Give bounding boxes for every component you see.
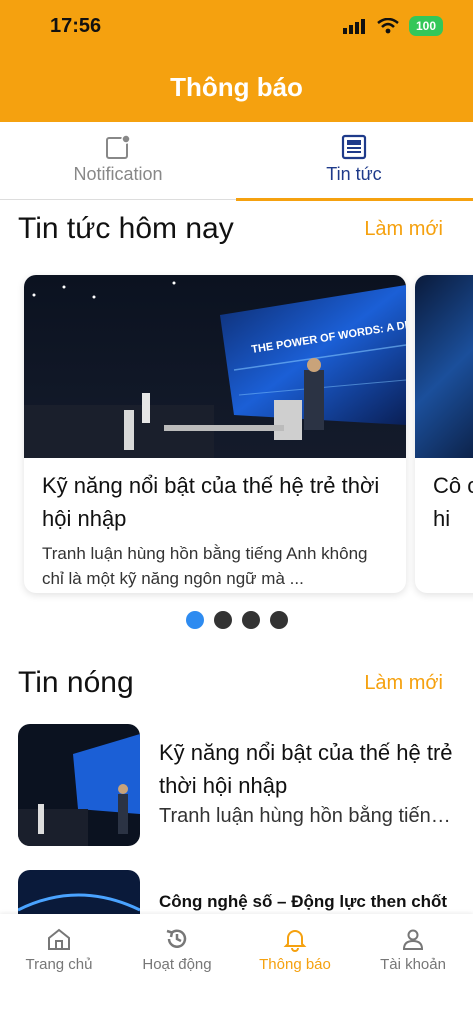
cellular-signal-icon [342, 19, 365, 34]
tab-notification[interactable]: Notification [0, 122, 236, 200]
nav-home[interactable]: Trang chủ [0, 926, 118, 973]
user-icon [402, 929, 424, 950]
app-header: 17:56 100 Thông báo [0, 0, 473, 122]
hot-news-item-title: Kỹ năng nổi bật của thế hệ trẻ thời hội … [159, 740, 453, 798]
newspaper-icon [341, 134, 367, 160]
pagination-dot[interactable] [242, 611, 260, 629]
page-title: Thông báo [170, 72, 303, 102]
hot-news-title: Tin nóng [18, 666, 134, 699]
carousel-pagination [186, 611, 288, 629]
nav-account[interactable]: Tài khoản [354, 926, 472, 973]
hot-news-item-description: Tranh luận hùng hồn bằng tiếng Anh không… [159, 805, 459, 827]
nav-activity[interactable]: Hoạt động [118, 926, 236, 973]
history-icon [166, 929, 187, 948]
status-icons: 100 [342, 16, 443, 36]
nav-activity-label: Hoạt động [142, 956, 212, 973]
hot-news-header: Tin nóng Làm mới [18, 666, 443, 700]
news-card-next-title: Cô ch hi [433, 473, 473, 531]
tab-notification-label: Notification [73, 164, 163, 184]
bell-icon [283, 930, 307, 952]
nav-notifications[interactable]: Thông báo [236, 926, 354, 973]
news-card[interactable]: THE POWER OF WORDS: A DEBATE ON AI & SOC… [24, 275, 406, 593]
hot-news-thumbnail [18, 724, 140, 846]
news-card-description: Tranh luận hùng hồn bằng tiếng Anh không… [42, 544, 368, 588]
hot-news-item-title: Công nghệ số – Động lực then chốt [159, 892, 448, 911]
tab-news[interactable]: Tin tức [236, 122, 472, 200]
home-icon [48, 928, 70, 950]
battery-indicator: 100 [408, 16, 443, 36]
status-time: 17:56 [50, 15, 102, 37]
today-news-title: Tin tức hôm nay [18, 212, 234, 245]
pagination-dot[interactable] [186, 611, 204, 629]
nav-notifications-label: Thông báo [259, 956, 331, 973]
news-card-next[interactable]: Cô ch hi [415, 275, 473, 593]
tab-news-label: Tin tức [326, 164, 382, 184]
notification-square-icon [106, 134, 131, 159]
news-card-next-image [415, 275, 473, 458]
hot-news-item[interactable]: Kỹ năng nổi bật của thế hệ trẻ thời hội … [18, 724, 459, 846]
pagination-dot[interactable] [214, 611, 232, 629]
status-bar: 17:56 100 [0, 0, 473, 54]
nav-account-label: Tài khoản [380, 956, 446, 973]
today-news-refresh-button[interactable]: Làm mới [364, 218, 443, 241]
tab-bar: Notification Tin tức [0, 122, 473, 201]
news-card-image: THE POWER OF WORDS: A DEBATE ON AI & SOC… [24, 275, 406, 458]
nav-home-label: Trang chủ [25, 956, 93, 973]
wifi-icon [377, 18, 399, 34]
hot-news-refresh-button[interactable]: Làm mới [364, 672, 443, 695]
news-card-title: Kỹ năng nổi bật của thế hệ trẻ thời hội … [42, 473, 380, 531]
bottom-navigation: Trang chủ Hoạt động Thông báo Tài khoản [0, 914, 473, 1024]
active-tab-indicator [236, 198, 473, 201]
today-news-header: Tin tức hôm nay Làm mới [18, 212, 443, 246]
pagination-dot[interactable] [270, 611, 288, 629]
